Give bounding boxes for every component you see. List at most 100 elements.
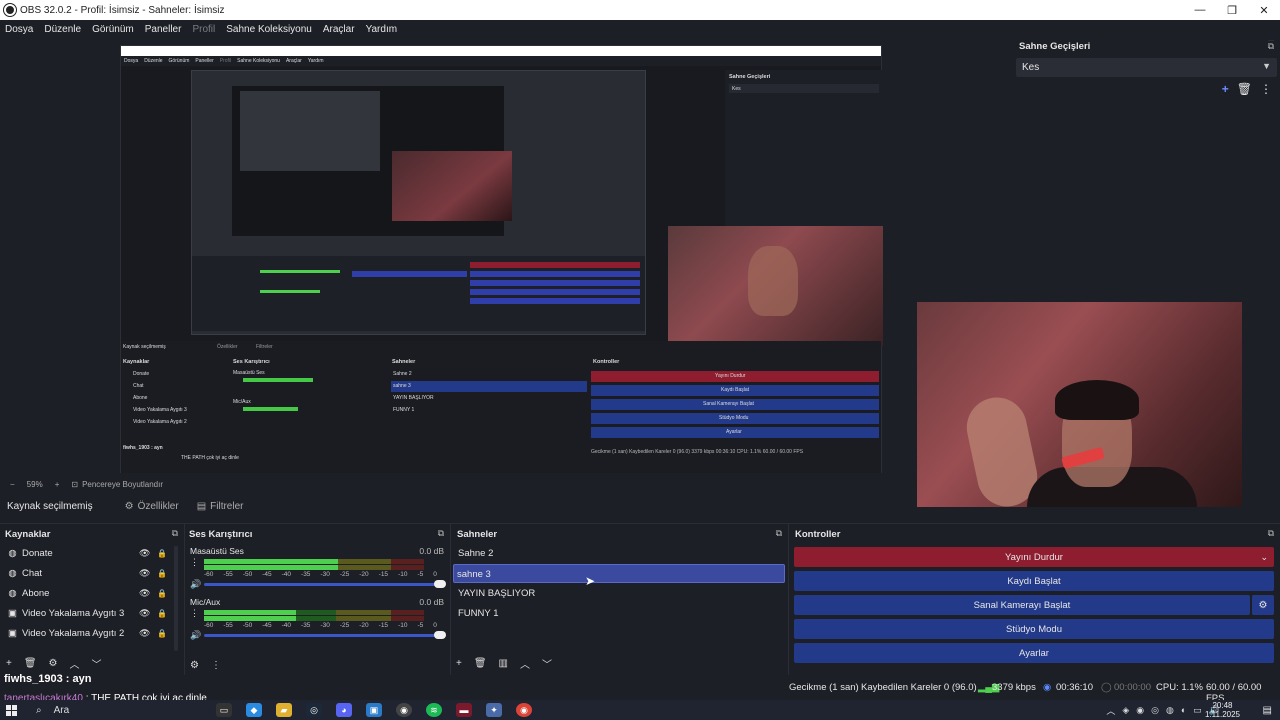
trash-icon[interactable]: 🗑 — [474, 658, 487, 669]
menu-help[interactable]: Yardım — [366, 24, 398, 35]
undock-icon[interactable]: ⧉ — [776, 528, 782, 539]
speaker-icon[interactable]: 🔊 — [190, 579, 201, 590]
scene-item[interactable]: Sahne 2 — [455, 544, 787, 563]
volume-slider[interactable] — [204, 580, 446, 588]
nested-chat1: fiwhs_1903 : ayn — [123, 445, 163, 451]
fit-window-label[interactable]: Pencereye Boyutlandır — [82, 480, 163, 489]
menu-file[interactable]: Dosya — [5, 24, 33, 35]
slider-knob[interactable] — [434, 631, 446, 639]
trash-icon[interactable]: 🗑 — [24, 658, 37, 669]
add-source-icon[interactable]: + — [6, 658, 12, 669]
lock-icon[interactable]: 🔒 — [157, 549, 167, 558]
fit-window-icon[interactable]: ⊡ — [71, 480, 78, 489]
scene-item[interactable]: FUNNY 1 — [455, 604, 787, 623]
move-down-icon[interactable]: ﹀ — [542, 656, 552, 671]
add-transition-icon[interactable]: + — [1222, 82, 1229, 96]
eye-icon[interactable]: 👁 — [139, 568, 150, 579]
taskbar-search[interactable]: ⌕ Ara — [36, 705, 206, 716]
filter-icon[interactable]: ▥ — [499, 658, 508, 669]
zoom-out-button[interactable]: − — [10, 480, 15, 489]
lock-icon[interactable]: 🔒 — [157, 609, 167, 618]
gear-icon[interactable]: ⚙ — [49, 658, 58, 669]
more-options-icon[interactable]: ⋮ — [1260, 82, 1272, 96]
more-options-icon[interactable]: ⋮ — [190, 557, 199, 568]
undock-icon[interactable]: ⧉ — [172, 528, 178, 539]
eye-icon[interactable]: 👁 — [139, 588, 150, 599]
sources-scrollbar[interactable] — [174, 546, 178, 651]
eye-icon[interactable]: 👁 — [139, 628, 150, 639]
close-button[interactable]: ✕ — [1248, 0, 1280, 20]
maximize-button[interactable]: ❐ — [1216, 0, 1248, 20]
notification-icon[interactable]: ▤ — [1263, 705, 1272, 716]
spotify-icon[interactable]: ≋ — [426, 703, 442, 717]
chrome-icon[interactable]: ◉ — [516, 703, 532, 717]
menu-scene-collection[interactable]: Sahne Koleksiyonu — [226, 24, 312, 35]
nested-webcam-small — [392, 151, 512, 221]
zoom-in-button[interactable]: + — [55, 480, 60, 489]
add-scene-icon[interactable]: + — [456, 658, 462, 669]
menu-edit[interactable]: Düzenle — [44, 24, 81, 35]
move-up-icon[interactable]: ︿ — [70, 656, 80, 671]
task-view-icon[interactable]: ▭ — [216, 703, 232, 717]
stop-stream-button[interactable]: Yayını Durdur ⌄ — [794, 547, 1274, 567]
steam-icon[interactable]: ◎ — [306, 703, 322, 717]
lock-icon[interactable]: 🔒 — [157, 589, 167, 598]
network-icon[interactable]: ▭ — [1193, 705, 1202, 716]
eye-icon[interactable]: 👁 — [139, 548, 150, 559]
meter-ticks: -60 -55 -50 -45 -40 -35 -30 -25 -20 -15 -10 -5 0 — [204, 571, 437, 578]
windows-start-icon[interactable] — [0, 700, 22, 720]
more-options-icon[interactable]: ⋮ — [190, 608, 199, 619]
copilot-icon[interactable]: ◆ — [246, 703, 262, 717]
transition-select[interactable]: Kes ▼ — [1016, 58, 1277, 77]
move-up-icon[interactable]: ︿ — [520, 656, 530, 671]
tray-app-icon[interactable]: ◎ — [1151, 705, 1159, 716]
menu-docks[interactable]: Paneller — [145, 24, 182, 35]
undock-icon[interactable]: ⧉ — [1268, 528, 1274, 539]
tray-chevron-icon[interactable]: ︿ — [1106, 704, 1115, 717]
scene-item[interactable]: YAYIN BAŞLIYOR — [455, 584, 787, 603]
undock-icon[interactable]: ⧉ — [438, 528, 444, 539]
lock-icon[interactable]: 🔒 — [157, 569, 167, 578]
game-app-icon[interactable]: ▬ — [456, 703, 472, 717]
channel-name: Masaüstü Ses — [190, 546, 244, 556]
source-item[interactable]: ▣ Video Yakalama Aygıtı 2 👁 🔒 — [7, 624, 170, 642]
store-icon[interactable]: ▣ — [366, 703, 382, 717]
filters-button[interactable]: ▤ Filtreler — [197, 501, 244, 512]
properties-button[interactable]: ⚙ Özellikler — [125, 501, 179, 512]
more-options-icon[interactable]: ⋮ — [211, 660, 221, 671]
tray-app-icon[interactable]: ◍ — [1166, 705, 1174, 716]
search-label: Ara — [53, 704, 70, 716]
obs-icon[interactable]: ◉ — [396, 703, 412, 717]
menu-tools[interactable]: Araçlar — [323, 24, 355, 35]
chevron-down-icon[interactable]: ⌄ — [1260, 552, 1268, 563]
mixer-settings-icon[interactable]: ⚙ — [190, 660, 199, 671]
utility-app-icon[interactable]: ✦ — [486, 703, 502, 717]
source-item[interactable]: ◍ Chat 👁 🔒 — [7, 564, 170, 582]
virtual-camera-settings-button[interactable]: ⚙ — [1252, 595, 1274, 615]
tray-app-icon[interactable]: ◉ — [1136, 705, 1144, 716]
tray-app-icon[interactable]: ◈ — [1122, 705, 1129, 716]
discord-icon[interactable]: ◕ — [336, 703, 352, 717]
file-explorer-icon[interactable]: ▰ — [276, 703, 292, 717]
eye-icon[interactable]: 👁 — [139, 608, 150, 619]
menu-profile[interactable]: Profil — [192, 24, 215, 35]
slider-knob[interactable] — [434, 580, 446, 588]
speaker-icon[interactable]: 🔊 — [190, 630, 201, 641]
menu-view[interactable]: Görünüm — [92, 24, 134, 35]
scene-item-selected[interactable]: sahne 3 — [453, 564, 785, 583]
move-down-icon[interactable]: ﹀ — [92, 656, 102, 671]
lock-icon[interactable]: 🔒 — [157, 629, 167, 638]
volume-slider[interactable] — [204, 631, 446, 639]
source-item[interactable]: ▣ Video Yakalama Aygıtı 3 👁 🔒 — [7, 604, 170, 622]
source-item[interactable]: ◍ Donate 👁 🔒 — [7, 544, 170, 562]
start-recording-button[interactable]: Kaydı Başlat — [794, 571, 1274, 591]
source-item[interactable]: ◍ Abone 👁 🔒 — [7, 584, 170, 602]
trash-icon[interactable]: 🗑 — [1237, 82, 1252, 96]
start-virtual-camera-button[interactable]: Sanal Kamerayı Başlat — [794, 595, 1250, 615]
minimize-button[interactable]: — — [1184, 0, 1216, 20]
taskbar-clock[interactable]: 20:48 1.11.2025 — [1205, 701, 1240, 719]
settings-button[interactable]: Ayarlar — [794, 643, 1274, 663]
tick-label: -40 — [281, 571, 292, 578]
tray-app-icon[interactable]: ◐ — [1181, 705, 1186, 715]
studio-mode-button[interactable]: Stüdyo Modu — [794, 619, 1274, 639]
